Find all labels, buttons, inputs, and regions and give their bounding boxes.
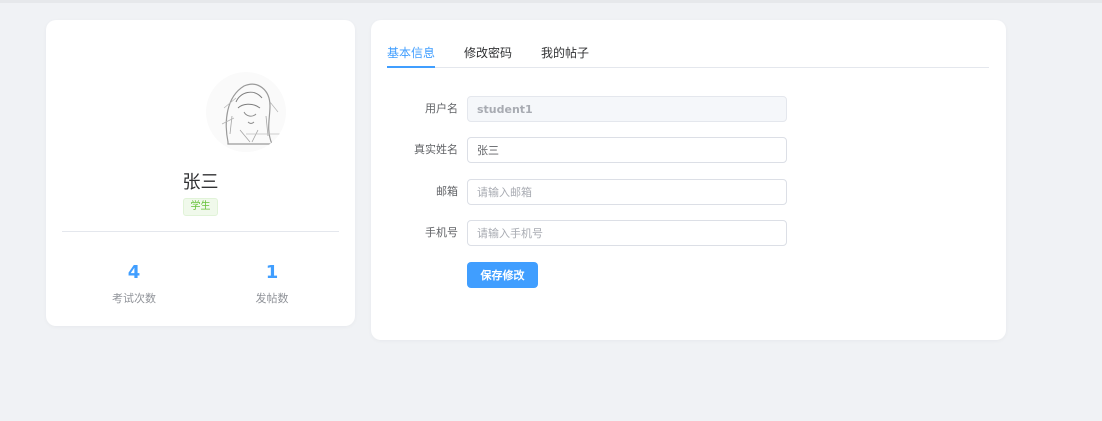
form-row-email: 邮箱	[371, 179, 1006, 205]
phone-field[interactable]	[467, 220, 787, 246]
stat-label: 考试次数	[112, 292, 156, 305]
tab-change-password[interactable]: 修改密码	[464, 45, 512, 68]
stat-exam-count: 4 考试次数	[74, 262, 194, 306]
user-name: 张三	[182, 172, 219, 193]
stat-label: 发帖数	[255, 292, 289, 305]
stat-post-count: 1 发帖数	[212, 262, 332, 306]
username-field	[467, 96, 787, 122]
email-field[interactable]	[467, 179, 787, 205]
form-card: 基本信息 修改密码 我的帖子 用户名 真实姓名 邮箱 手机号 保存修改	[371, 20, 1006, 340]
username-label: 用户名	[425, 102, 458, 115]
form-row-phone: 手机号	[371, 220, 1006, 246]
email-label: 邮箱	[436, 185, 458, 198]
realname-label: 真实姓名	[414, 143, 458, 156]
divider	[62, 231, 339, 232]
realname-field[interactable]	[467, 137, 787, 163]
save-button[interactable]: 保存修改	[467, 262, 538, 288]
tab-my-posts[interactable]: 我的帖子	[541, 45, 589, 68]
avatar	[206, 72, 286, 152]
tab-bar: 基本信息 修改密码 我的帖子	[387, 42, 989, 68]
role-tag: 学生	[183, 198, 218, 216]
stat-value: 1	[265, 262, 279, 283]
profile-card: 张三 学生 4 考试次数 1 发帖数	[46, 20, 355, 326]
top-border	[0, 0, 1102, 3]
avatar-sketch-icon	[206, 72, 286, 152]
stat-value: 4	[127, 262, 141, 283]
phone-label: 手机号	[425, 226, 458, 239]
form-row-realname: 真实姓名	[371, 137, 1006, 163]
form-row-username: 用户名	[371, 96, 1006, 122]
tab-basic-info[interactable]: 基本信息	[387, 45, 436, 68]
